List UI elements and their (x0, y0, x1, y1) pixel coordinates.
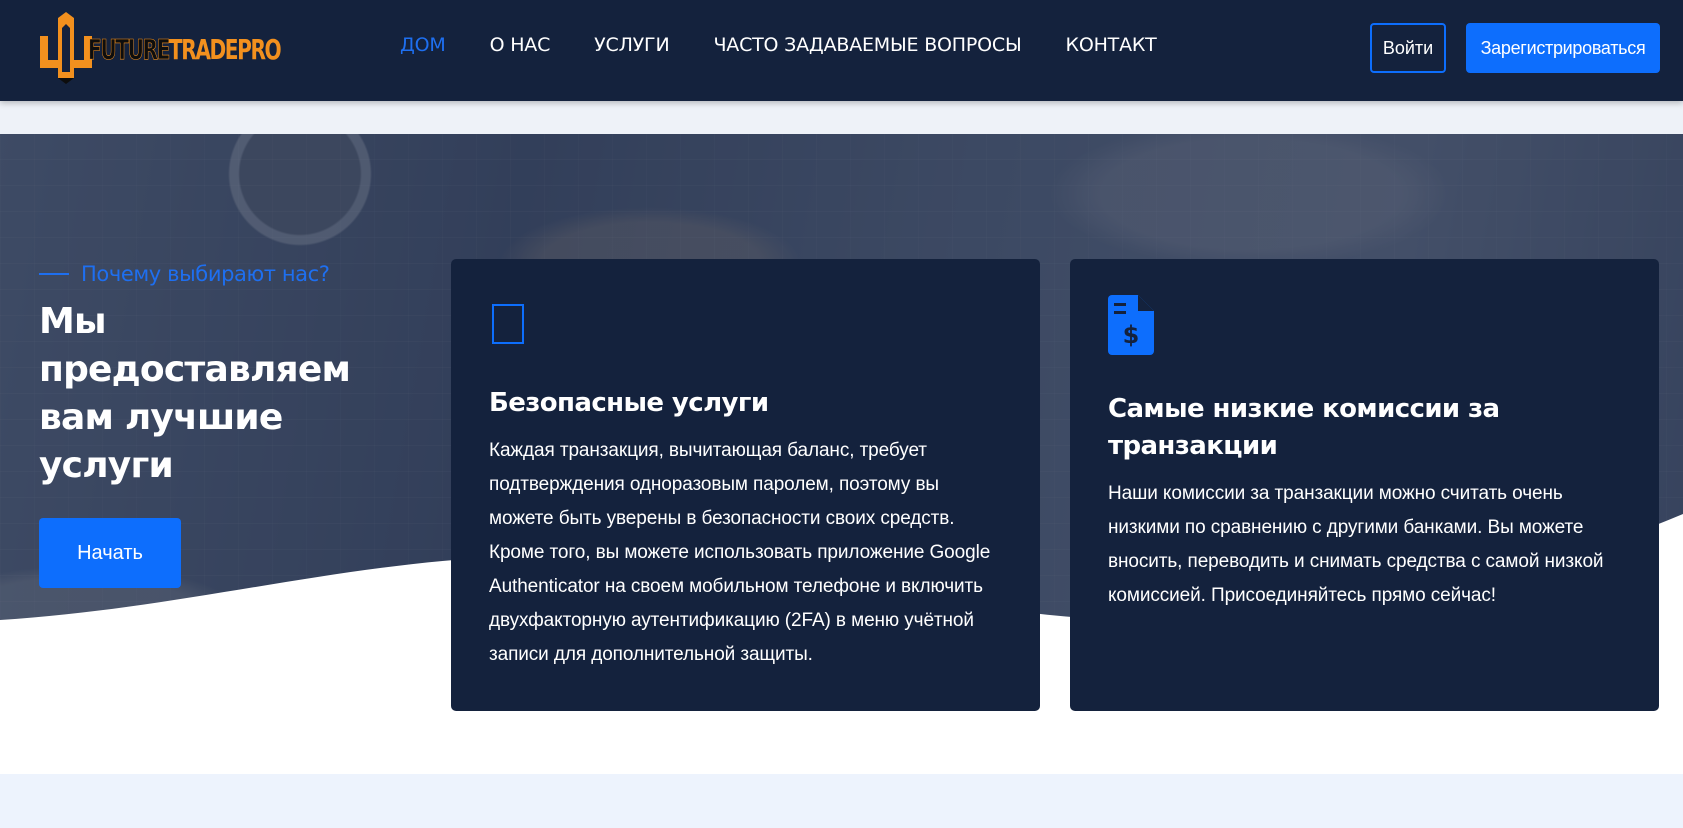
card-description: Каждая транзакция, вычитающая баланс, тр… (489, 440, 991, 665)
nav-home[interactable]: ДОМ (400, 34, 446, 56)
site-logo[interactable]: FUTURETRADEPRO (36, 12, 282, 84)
next-section-band (0, 774, 1683, 828)
eyebrow-text: Почему выбирают нас? (81, 262, 330, 286)
card-title: Безопасные услуги (489, 388, 769, 418)
hero-eyebrow: Почему выбирают нас? (39, 262, 419, 286)
nav-contact[interactable]: КОНТАКТ (1066, 34, 1157, 56)
nav-faq[interactable]: ЧАСТО ЗАДАВАЕМЫЕ ВОПРОСЫ (713, 34, 1021, 56)
logo-wordmark: FUTURETRADEPRO (88, 33, 282, 66)
shield-outline-icon (492, 304, 524, 344)
logo-building-icon (40, 12, 92, 84)
header-spacer-strip (0, 101, 1683, 134)
eyebrow-line (39, 273, 69, 275)
login-button[interactable]: Войти (1370, 23, 1446, 73)
hero-title: Мы предоставляем вам лучшие услуги (39, 301, 351, 486)
main-nav: ДОМ О НАС УСЛУГИ ЧАСТО ЗАДАВАЕМЫЕ ВОПРОС… (400, 34, 1157, 56)
feature-card-low-fees: $ Самые низкие комиссии за транзакции На… (1070, 259, 1659, 711)
register-button[interactable]: Зарегистрироваться (1466, 23, 1660, 73)
svg-text:$: $ (1123, 321, 1140, 349)
navbar: FUTURETRADEPRO ДОМ О НАС УСЛУГИ ЧАСТО ЗА… (0, 0, 1683, 101)
nav-about[interactable]: О НАС (490, 34, 551, 56)
card-description: Наши комиссии за транзакции можно считат… (1108, 483, 1604, 606)
logo-word-tradepro: TRADEPRO (168, 33, 282, 66)
start-button[interactable]: Начать (39, 518, 181, 588)
nav-services[interactable]: УСЛУГИ (594, 34, 670, 56)
hero-intro: Почему выбирают нас? Мы предоставляем ва… (39, 262, 419, 588)
logo-word-future: FUTURE (88, 33, 171, 66)
card-title: Самые низкие комиссии за транзакции (1108, 394, 1500, 461)
feature-card-secure: Безопасные услуги Каждая транзакция, выч… (451, 259, 1040, 711)
invoice-dollar-icon: $ (1108, 295, 1154, 355)
